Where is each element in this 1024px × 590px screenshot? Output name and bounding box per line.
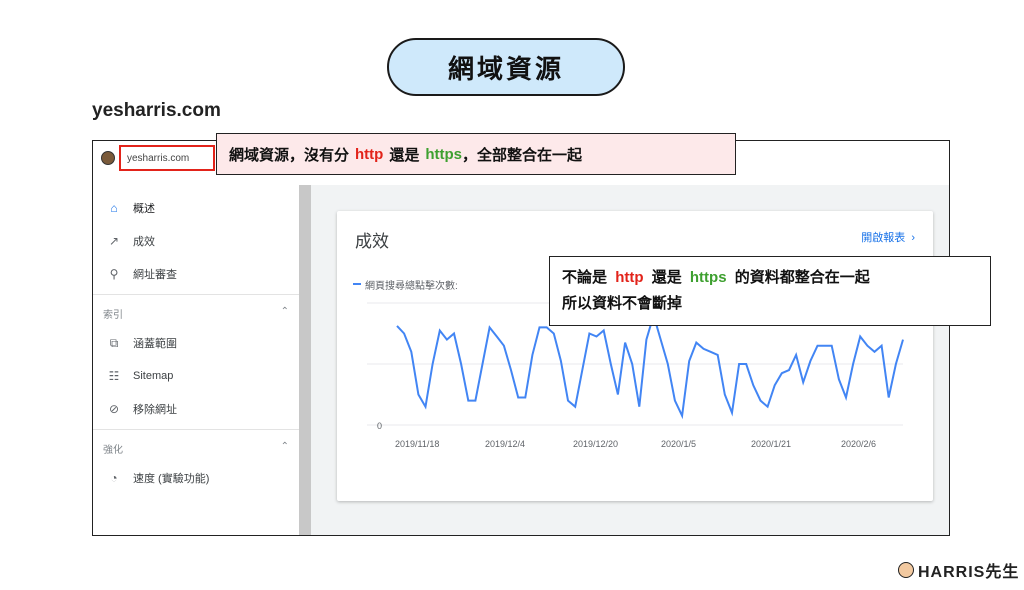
sidebar-item-label: Sitemap (133, 370, 174, 382)
sidebar-item-label: 移除網址 (133, 404, 177, 416)
chevron-right-icon: › (908, 232, 915, 244)
sidebar-section-enhance[interactable]: 強化 ⌃ (103, 441, 289, 456)
callout1-suffix: ，全部整合在一起 (462, 146, 583, 164)
callout2-http: http (615, 269, 644, 286)
callout2-https: https (689, 269, 727, 286)
x-tick-label: 2020/1/21 (751, 439, 791, 449)
callout-data-merged: 不論是 http 還是 https 的資料都整合在一起 所以資料不會斷掉 (549, 256, 991, 326)
x-tick-label: 2020/2/6 (841, 439, 876, 449)
trending-up-icon: ↗ (108, 234, 120, 248)
sidebar-scrollbar[interactable] (299, 185, 311, 535)
sidebar-item-top-0[interactable]: ⌂ 概述 (93, 193, 299, 223)
sidebar-item-label: 涵蓋範圍 (133, 338, 177, 350)
face-icon (898, 562, 914, 578)
open-report-link[interactable]: 開啟報表 › (861, 229, 915, 245)
domain-heading: yesharris.com (92, 100, 221, 121)
chevron-up-icon: ⌃ (280, 441, 289, 452)
sidebar-item-index-1[interactable]: ☷ Sitemap (93, 361, 299, 391)
search-console-screenshot: yesharris.com ⌂ 概述 ↗ 成效 ⚲ 網址審查索引 ⌃ ⧉ 涵蓋範圍 ☷ Sitema… (92, 140, 950, 536)
clicks-chart: 0 2019/11/18 2019/12/4 2019/12/20 2020/1/5 20… (367, 302, 904, 449)
callout2-line1: 不論是 http 還是 https 的資料都整合在一起 (562, 265, 978, 291)
x-tick-label: 2020/1/5 (661, 439, 696, 449)
logo-text: HARRIS先生 (918, 564, 1020, 581)
section-label: 索引 (103, 310, 123, 321)
callout2-middle: 還是 (651, 269, 682, 286)
x-tick-label: 2019/11/18 (395, 439, 439, 449)
sidebar-item-enhance-0[interactable]: ◔ 速度 (實驗功能) (93, 463, 299, 493)
sidebar-divider (93, 429, 299, 430)
sidebar-item-top-1[interactable]: ↗ 成效 (93, 226, 299, 256)
speed-icon: ◔ (110, 471, 118, 485)
sidebar-item-label: 概述 (133, 203, 155, 215)
avatar[interactable] (101, 151, 115, 165)
x-tick-label: 2019/12/4 (485, 439, 525, 449)
sidebar-item-top-2[interactable]: ⚲ 網址審查 (93, 259, 299, 289)
brand-logo: HARRIS先生 (898, 558, 1019, 582)
sidebar-divider (93, 294, 299, 295)
callout2-prefix: 不論是 (562, 269, 608, 286)
property-selector[interactable]: yesharris.com (119, 145, 215, 171)
callout2-suffix: 的資料都整合在一起 (734, 269, 870, 286)
page-title: 網域資源 (387, 38, 625, 96)
home-icon: ⌂ (110, 201, 118, 215)
callout2-line2: 所以資料不會斷掉 (562, 295, 683, 312)
sitemap-icon: ☷ (108, 369, 120, 383)
property-name: yesharris.com (127, 152, 190, 164)
sidebar-item-label: 成效 (133, 236, 155, 248)
removal-icon: ⊘ (108, 402, 120, 416)
legend-label: 網頁搜尋總點擊次數: (365, 281, 458, 292)
chevron-up-icon: ⌃ (280, 306, 289, 317)
callout-domain-property: 網域資源，沒有分 http 還是 https ，全部整合在一起 (216, 133, 736, 175)
callout1-prefix: 網域資源，沒有分 (229, 146, 350, 164)
callout1-https: https (425, 145, 463, 163)
sidebar-item-label: 網址審查 (133, 269, 177, 281)
card-title: 成效 (355, 232, 389, 251)
series-line (396, 311, 904, 420)
open-report-label: 開啟報表 (861, 232, 906, 244)
performance-card: 成效 開啟報表 › 網頁搜尋總點擊次數: 0 2019/11/18 2019/12/… (337, 211, 933, 501)
sidebar-item-label: 速度 (實驗功能) (133, 473, 210, 485)
coverage-icon: ⧉ (109, 335, 119, 350)
callout1-middle: 還是 (389, 146, 420, 164)
legend-swatch (353, 283, 361, 285)
sidebar-item-index-2[interactable]: ⊘ 移除網址 (93, 394, 299, 424)
x-tick-label: 2019/12/20 (573, 439, 618, 449)
section-label: 強化 (103, 445, 123, 456)
sidebar-item-index-0[interactable]: ⧉ 涵蓋範圍 (93, 328, 299, 358)
y-tick-label: 0 (377, 421, 382, 431)
callout1-http: http (355, 145, 384, 163)
search-icon: ⚲ (109, 267, 119, 281)
sidebar-section-index[interactable]: 索引 ⌃ (103, 306, 289, 321)
sidebar: ⌂ 概述 ↗ 成效 ⚲ 網址審查索引 ⌃ ⧉ 涵蓋範圍 ☷ Sitemap ⊘ 移除網址強化 ⌃ ◔ 速度 (… (93, 185, 299, 535)
